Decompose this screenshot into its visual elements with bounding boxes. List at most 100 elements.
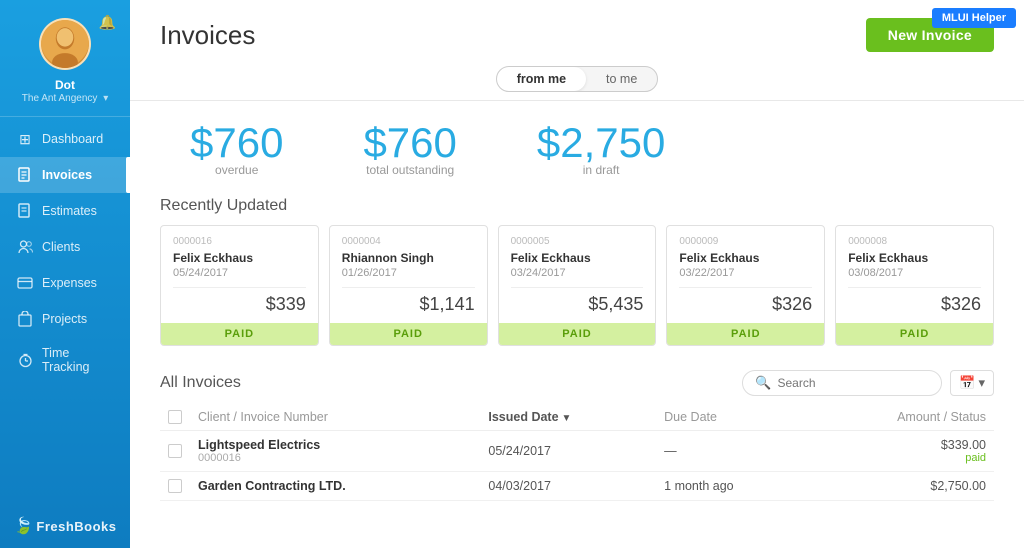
card-client: Felix Eckhaus	[848, 251, 981, 265]
card-date: 05/24/2017	[173, 267, 306, 279]
card-divider	[848, 287, 981, 288]
card-client: Felix Eckhaus	[511, 251, 644, 265]
profile-name: Dot	[55, 78, 75, 92]
table-cell-due: —	[656, 431, 808, 472]
invoices-icon	[16, 166, 34, 184]
table-header-issued-date[interactable]: Issued Date▼	[480, 404, 656, 431]
profile-chevron-icon: ▾	[103, 93, 108, 104]
sidebar-item-label: Dashboard	[42, 132, 103, 146]
table-header-amount-status: Amount / Status	[808, 404, 994, 431]
select-all-checkbox[interactable]	[168, 410, 182, 424]
table-cell-issued: 04/03/2017	[480, 472, 656, 501]
sidebar-nav: ⊞ Dashboard Invoices Estimates Clients	[0, 121, 130, 504]
stats-row: $760 overdue $760 total outstanding $2,7…	[130, 101, 1024, 189]
card-client: Felix Eckhaus	[679, 251, 812, 265]
recently-updated-title: Recently Updated	[130, 189, 1024, 225]
search-container: 🔍	[742, 370, 942, 396]
card-amount: $326	[848, 294, 981, 315]
card-status: PAID	[667, 323, 824, 345]
table-row[interactable]: Lightspeed Electrics 0000016 05/24/2017 …	[160, 431, 994, 472]
table-cell-client: Garden Contracting LTD.	[190, 472, 480, 501]
table-row[interactable]: Garden Contracting LTD. 04/03/2017 1 mon…	[160, 472, 994, 501]
sidebar-item-clients[interactable]: Clients	[0, 229, 130, 265]
invoice-tabs: from me to me	[496, 66, 659, 92]
sidebar-item-label: Clients	[42, 240, 80, 254]
notification-bell-icon[interactable]: 🔔	[99, 14, 116, 31]
card-divider	[342, 287, 475, 288]
card-amount: $339	[173, 294, 306, 315]
tabs-bar: from me to me	[130, 62, 1024, 101]
search-bar-wrap: 🔍 📅 ▾	[742, 370, 994, 396]
invoice-card-3[interactable]: 0000009 Felix Eckhaus 03/22/2017 $326 PA…	[666, 225, 825, 346]
tab-to-me[interactable]: to me	[586, 67, 657, 91]
invoice-card-0[interactable]: 0000016 Felix Eckhaus 05/24/2017 $339 PA…	[160, 225, 319, 346]
card-divider	[679, 287, 812, 288]
clients-icon	[16, 238, 34, 256]
sidebar-item-dashboard[interactable]: ⊞ Dashboard	[0, 121, 130, 157]
tab-from-me[interactable]: from me	[497, 67, 586, 91]
invoice-card-4[interactable]: 0000008 Felix Eckhaus 03/08/2017 $326 PA…	[835, 225, 994, 346]
table-cell-client: Lightspeed Electrics 0000016	[190, 431, 480, 472]
all-invoices-title: All Invoices	[160, 374, 241, 392]
invoice-card-1[interactable]: 0000004 Rhiannon Singh 01/26/2017 $1,141…	[329, 225, 488, 346]
stat-outstanding: $760 total outstanding	[363, 119, 456, 177]
sidebar-item-label: Invoices	[42, 168, 92, 182]
stat-outstanding-label: total outstanding	[363, 163, 456, 177]
card-divider	[173, 287, 306, 288]
table-header-client: Client / Invoice Number	[190, 404, 480, 431]
sidebar-item-estimates[interactable]: Estimates	[0, 193, 130, 229]
sort-arrow-icon: ▼	[562, 413, 572, 424]
card-number: 0000004	[342, 236, 475, 247]
search-icon: 🔍	[755, 375, 771, 391]
card-number: 0000008	[848, 236, 981, 247]
table-cell-amount: $339.00 paid	[808, 431, 994, 472]
stat-overdue: $760 overdue	[190, 119, 283, 177]
card-client: Felix Eckhaus	[173, 251, 306, 265]
sidebar-item-label: Expenses	[42, 276, 97, 290]
sidebar-item-expenses[interactable]: Expenses	[0, 265, 130, 301]
sidebar-item-invoices[interactable]: Invoices	[0, 157, 130, 193]
search-input[interactable]	[777, 376, 917, 390]
mlui-helper-button[interactable]: MLUI Helper	[932, 8, 1016, 28]
table-header-checkbox-col	[160, 404, 190, 431]
sidebar-item-projects[interactable]: Projects	[0, 301, 130, 337]
sidebar-item-label: Estimates	[42, 204, 97, 218]
card-date: 03/08/2017	[848, 267, 981, 279]
row-checkbox[interactable]	[168, 479, 182, 493]
card-number: 0000009	[679, 236, 812, 247]
calendar-chevron-icon: ▾	[978, 375, 985, 391]
time-tracking-icon	[16, 351, 34, 369]
invoices-table: Client / Invoice Number Issued Date▼ Due…	[160, 404, 994, 501]
row-checkbox[interactable]	[168, 444, 182, 458]
profile-company: The Ant Angency ▾	[22, 93, 108, 104]
sidebar-item-label: Projects	[42, 312, 87, 326]
page-header: Invoices New Invoice	[130, 0, 1024, 62]
sidebar: 🔔 Dot The Ant Angency ▾ ⊞ Dashboard	[0, 0, 130, 548]
table-cell-amount: $2,750.00	[808, 472, 994, 501]
dashboard-icon: ⊞	[16, 130, 34, 148]
projects-icon	[16, 310, 34, 328]
card-amount: $326	[679, 294, 812, 315]
all-invoices-header: All Invoices 🔍 📅 ▾	[130, 362, 1024, 404]
sidebar-item-time-tracking[interactable]: Time Tracking	[0, 337, 130, 383]
card-number: 0000005	[511, 236, 644, 247]
table-header-due-date: Due Date	[656, 404, 808, 431]
stat-overdue-value: $760	[190, 119, 283, 167]
invoice-cards-row: 0000016 Felix Eckhaus 05/24/2017 $339 PA…	[130, 225, 1024, 362]
stat-outstanding-value: $760	[363, 119, 456, 167]
table-cell-due: 1 month ago	[656, 472, 808, 501]
card-date: 03/24/2017	[511, 267, 644, 279]
sidebar-item-label: Time Tracking	[42, 346, 114, 374]
card-status: PAID	[330, 323, 487, 345]
table-cell-issued: 05/24/2017	[480, 431, 656, 472]
freshbooks-logo: 🍃 FreshBooks	[3, 504, 126, 548]
calendar-filter-button[interactable]: 📅 ▾	[950, 370, 994, 396]
logo-leaf-icon: 🍃	[13, 516, 33, 536]
invoice-card-2[interactable]: 0000005 Felix Eckhaus 03/24/2017 $5,435 …	[498, 225, 657, 346]
expenses-icon	[16, 274, 34, 292]
main-content: Invoices New Invoice from me to me $760 …	[130, 0, 1024, 548]
card-date: 01/26/2017	[342, 267, 475, 279]
invoices-table-container: Client / Invoice Number Issued Date▼ Due…	[130, 404, 1024, 501]
card-status: PAID	[836, 323, 993, 345]
avatar	[39, 18, 91, 70]
